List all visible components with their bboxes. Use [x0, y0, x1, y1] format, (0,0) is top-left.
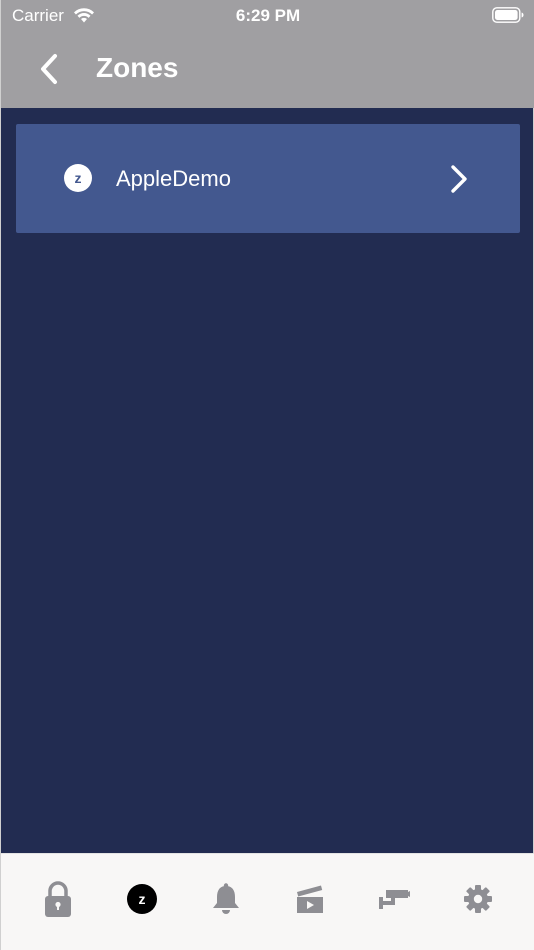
tab-settings[interactable]: [460, 880, 496, 918]
zone-list: z AppleDemo: [16, 124, 520, 233]
tab-notifications[interactable]: [208, 880, 244, 918]
zone-row-appledemo[interactable]: z AppleDemo: [16, 124, 520, 233]
tab-cameras[interactable]: [376, 880, 412, 918]
security-camera-icon: [379, 890, 410, 909]
lock-icon: [45, 881, 71, 917]
tab-lock[interactable]: [40, 880, 76, 918]
status-bar: Carrier 6:29 PM: [1, 0, 534, 32]
tab-scenes[interactable]: [292, 880, 328, 918]
navigation-bar: Zones: [1, 32, 534, 108]
zones-icon: z: [127, 884, 157, 914]
tab-bar: z: [1, 853, 534, 950]
zone-badge-icon: z: [64, 164, 92, 192]
app-screen: Carrier 6:29 PM Zones z AppleDemo z: [0, 0, 534, 950]
clapperboard-icon: [297, 885, 323, 913]
chevron-left-icon[interactable]: [35, 52, 67, 86]
tab-zones[interactable]: z: [124, 880, 160, 918]
status-time: 6:29 PM: [235, 6, 301, 25]
chevron-right-icon: [451, 165, 467, 193]
page-title: Zones: [96, 52, 179, 83]
header: Carrier 6:29 PM Zones: [1, 0, 534, 108]
zone-name: AppleDemo: [116, 166, 231, 191]
battery-icon: [492, 7, 524, 23]
gear-icon: [464, 885, 492, 913]
bell-icon: [213, 883, 239, 914]
